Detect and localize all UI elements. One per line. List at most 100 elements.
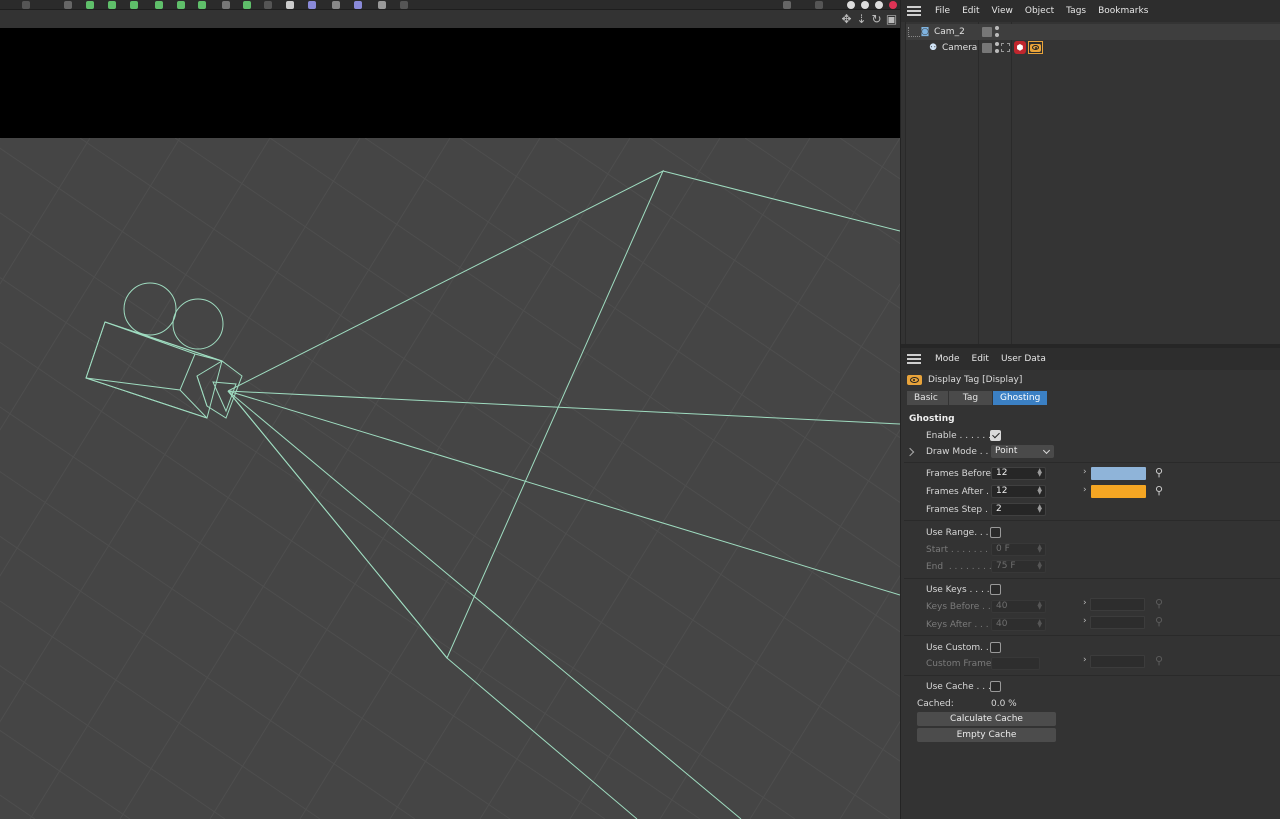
draw-mode-dropdown[interactable]: Point — [991, 445, 1054, 458]
use-custom-checkbox[interactable] — [990, 642, 1001, 653]
tab-ghosting[interactable]: Ghosting — [993, 391, 1048, 405]
object-name[interactable]: Cam_2 — [934, 27, 965, 37]
frames-after-field[interactable]: 12 ▲ ▼ — [991, 485, 1046, 498]
menu-icon[interactable] — [907, 353, 921, 365]
om-menu-tags[interactable]: Tags — [1060, 0, 1092, 22]
om-menu-edit[interactable]: Edit — [956, 0, 985, 22]
start-field[interactable]: 0 F ▲ ▼ — [991, 543, 1046, 556]
dolly-view-icon[interactable]: ⇣ — [855, 12, 868, 26]
om-menu-bookmarks[interactable]: Bookmarks — [1092, 0, 1154, 22]
3d-viewport[interactable] — [0, 28, 900, 819]
custom-frames-label: Custom Frames — [926, 659, 997, 669]
toolbar-icon[interactable] — [108, 1, 116, 9]
visibility-editor-dot[interactable] — [995, 42, 999, 46]
toolbar-icon[interactable] — [222, 1, 230, 9]
visibility-editor-dot[interactable] — [995, 26, 999, 30]
camera-object-icon: ◙ — [920, 27, 930, 37]
tree-expander[interactable] — [908, 27, 920, 37]
move-view-icon[interactable]: ✥ — [840, 12, 853, 26]
toolbar-icon[interactable] — [400, 1, 408, 9]
eyedropper-icon[interactable]: ⚲ — [1153, 616, 1165, 628]
keys-after-field[interactable]: 40 ▲ ▼ — [991, 618, 1046, 631]
frames-before-field[interactable]: 12 ▲ ▼ — [991, 467, 1046, 480]
wireframe-edge — [227, 390, 900, 425]
custom-frames-color-swatch[interactable] — [1090, 655, 1145, 668]
toolbar-icon[interactable] — [130, 1, 138, 9]
object-row-camera[interactable]: ⚉ Camera ⬢ — [906, 40, 1280, 56]
use-keys-checkbox[interactable] — [990, 584, 1001, 595]
am-menu-edit[interactable]: Edit — [966, 348, 995, 370]
wireframe-edge — [85, 321, 223, 419]
stepper-icon[interactable]: ▲ ▼ — [1037, 619, 1042, 629]
toolbar-icon[interactable] — [847, 1, 855, 9]
toolbar-icon[interactable] — [861, 1, 869, 9]
enable-checkbox[interactable] — [990, 430, 1001, 441]
toolbar-icon[interactable] — [64, 1, 72, 9]
tab-tag[interactable]: Tag — [949, 391, 992, 405]
toolbar-icon[interactable] — [198, 1, 206, 9]
toolbar-icon[interactable] — [155, 1, 163, 9]
use-range-checkbox[interactable] — [990, 527, 1001, 538]
toolbar-icon[interactable] — [354, 1, 362, 9]
toolbar-icon[interactable] — [264, 1, 272, 9]
toolbar-icon[interactable] — [86, 1, 94, 9]
visibility-render-dot[interactable] — [995, 49, 999, 53]
toolbar-icon[interactable] — [308, 1, 316, 9]
calculate-cache-button[interactable]: Calculate Cache — [917, 712, 1056, 726]
layer-icon[interactable] — [982, 27, 992, 37]
toolbar-icon[interactable] — [243, 1, 251, 9]
om-menu-file[interactable]: File — [929, 0, 956, 22]
layer-icon[interactable] — [982, 43, 992, 53]
eyedropper-icon[interactable]: ⚲ — [1153, 485, 1165, 497]
stepper-icon[interactable]: ▲ ▼ — [1037, 504, 1042, 514]
stepper-icon[interactable]: ▲ ▼ — [1037, 486, 1042, 496]
toolbar-icon[interactable] — [378, 1, 386, 9]
om-menu-view[interactable]: View — [986, 0, 1019, 22]
am-menu-user-data[interactable]: User Data — [995, 348, 1052, 370]
stepper-icon[interactable]: ▲ ▼ — [1037, 601, 1042, 611]
object-row-cam2[interactable]: ◙ Cam_2 — [906, 24, 1280, 40]
eyedropper-icon[interactable]: ⚲ — [1153, 467, 1165, 479]
stepper-icon[interactable]: ▲ ▼ — [1037, 468, 1042, 478]
object-name[interactable]: Camera — [942, 43, 977, 53]
eyedropper-icon[interactable]: ⚲ — [1153, 655, 1165, 667]
keys-before-field[interactable]: 40 ▲ ▼ — [991, 600, 1046, 613]
frames-step-field[interactable]: 2 ▲ ▼ — [991, 503, 1046, 516]
toolbar-icon[interactable] — [22, 1, 30, 9]
frames-before-value: 12 — [996, 468, 1008, 478]
protection-tag-icon[interactable]: ⬢ — [1014, 41, 1026, 54]
wireframe-edge — [446, 657, 638, 819]
toolbar-icon[interactable] — [889, 1, 897, 9]
camera-wireframe[interactable] — [0, 28, 900, 819]
keys-before-color-swatch[interactable] — [1090, 598, 1145, 611]
frames-after-color-swatch[interactable] — [1091, 485, 1146, 498]
toolbar-icon[interactable] — [875, 1, 883, 9]
chevron-right-icon[interactable]: › — [1083, 485, 1091, 495]
toolbar-icon[interactable] — [332, 1, 340, 9]
toolbar-icon[interactable] — [783, 1, 791, 9]
menu-icon[interactable] — [907, 5, 921, 17]
stepper-icon[interactable]: ▲ ▼ — [1037, 544, 1042, 554]
custom-frames-field[interactable] — [991, 657, 1040, 670]
frames-before-color-swatch[interactable] — [1091, 467, 1146, 480]
toolbar-icon[interactable] — [815, 1, 823, 9]
toolbar-icon[interactable] — [286, 1, 294, 9]
keys-after-color-swatch[interactable] — [1090, 616, 1145, 629]
chevron-right-icon[interactable]: › — [1083, 467, 1091, 477]
om-menu-object[interactable]: Object — [1019, 0, 1060, 22]
maximize-view-icon[interactable]: ▣ — [885, 12, 898, 26]
am-menu-mode[interactable]: Mode — [929, 348, 966, 370]
tab-basic[interactable]: Basic — [907, 391, 948, 405]
end-field[interactable]: 75 F ▲ ▼ — [991, 560, 1046, 573]
frames-after-label: Frames After . . — [926, 487, 995, 497]
visibility-render-dot[interactable] — [995, 33, 999, 37]
stepper-icon[interactable]: ▲ ▼ — [1037, 561, 1042, 571]
toolbar-icon[interactable] — [177, 1, 185, 9]
enable-toggle-icon[interactable] — [1001, 43, 1010, 52]
empty-cache-button[interactable]: Empty Cache — [917, 728, 1056, 742]
display-tag-icon[interactable] — [1028, 41, 1043, 54]
rotate-view-icon[interactable]: ↻ — [870, 12, 883, 26]
use-cache-checkbox[interactable] — [990, 681, 1001, 692]
draw-mode-label: Draw Mode . . . — [926, 447, 995, 457]
eyedropper-icon[interactable]: ⚲ — [1153, 598, 1165, 610]
